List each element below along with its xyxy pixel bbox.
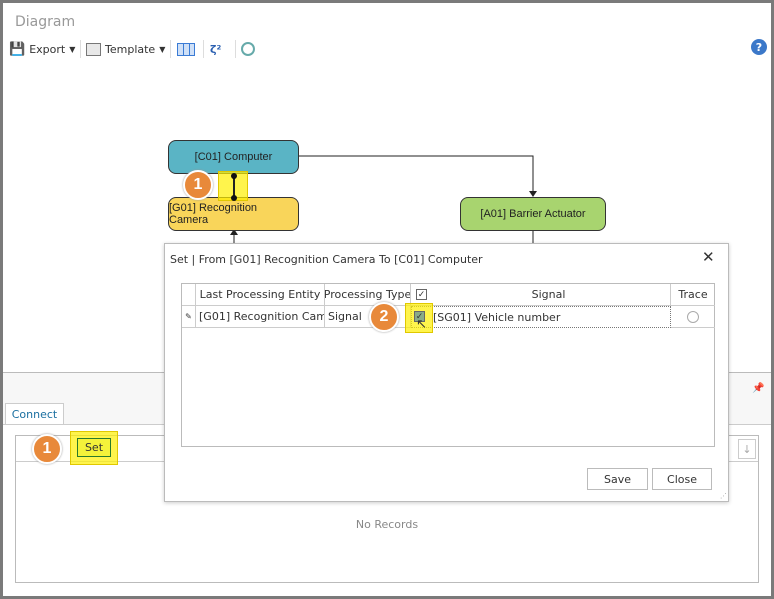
pin-icon[interactable]: 📌 [752,383,764,394]
set-button[interactable]: Set [77,438,111,457]
close-button[interactable]: Close [652,468,712,490]
node-label: [G01] Recognition Camera [169,202,258,226]
dialog-title: Set | From [G01] Recognition Camera To [… [170,253,483,266]
row-header-cell [182,284,196,306]
column-header[interactable]: Trace [671,284,715,306]
trace-radio[interactable] [687,310,699,323]
step-badge-2: 2 [369,302,399,332]
save-button[interactable]: Save [587,468,648,490]
column-header[interactable]: Processing Type [325,284,411,306]
tab-connect[interactable]: Connect [5,403,64,425]
step-badge-1: 1 [183,170,213,200]
set-dialog: Set | From [G01] Recognition Camera To [… [164,243,729,502]
node-label: [C01] Computer [194,151,273,163]
close-icon[interactable]: ✕ [702,248,715,266]
node-barrier-actuator[interactable]: [A01] Barrier Actuator [460,197,606,231]
signal-value: [SG01] Vehicle number [433,310,561,324]
move-down-button[interactable]: ↓ [738,439,756,459]
trace-cell[interactable] [671,306,715,328]
column-header-signal[interactable]: ✓ Signal [411,284,671,306]
signal-cell[interactable]: [SG01] Vehicle number [411,306,671,328]
connector-c01-a01 [298,155,534,193]
node-computer[interactable]: [C01] Computer [168,140,299,174]
resize-grip-icon[interactable]: ⋰ [720,492,727,500]
column-label: Signal [531,288,566,301]
step-badge-1: 1 [32,434,62,464]
node-recognition-camera[interactable]: [G01] Recognition Camera [168,197,299,231]
cursor-icon: ↖ [416,317,427,332]
entity-cell[interactable]: [G01] Recognition Camera [196,306,325,328]
select-all-checkbox[interactable]: ✓ [416,289,427,300]
node-label: [A01] Barrier Actuator [480,208,586,220]
connection-highlight[interactable] [218,171,248,201]
app-window: Diagram 💾 Export ▼ Template ▼ ζ² ? [C01]… [0,0,774,599]
column-header[interactable]: Last Processing Entity [196,284,325,306]
arrow-down-icon: ↓ [742,442,752,456]
edit-row-icon: ✎ [182,306,196,328]
empty-message: No Records [355,518,419,531]
signal-grid: Last Processing Entity Processing Type ✓… [181,283,715,447]
